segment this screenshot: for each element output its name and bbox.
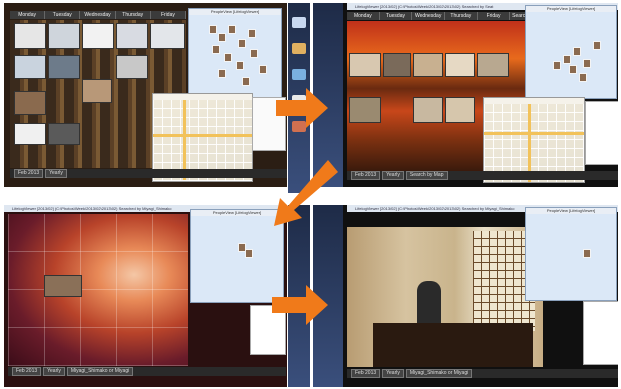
people-view-window: PeopleView [LifelogViewer] [188, 8, 282, 98]
arrow-right-top [276, 88, 328, 128]
yearly-button[interactable]: Yearly [43, 367, 65, 376]
yearly-button[interactable]: Yearly [382, 369, 404, 378]
bottom-bar: Feb 2013 Yearly [10, 169, 287, 178]
arrow-right-icon [272, 285, 328, 325]
day-wednesday: Wednesday [80, 11, 116, 19]
month-button[interactable]: Feb 2013 [12, 367, 42, 376]
day-tuesday: Tuesday [45, 11, 81, 19]
photo-thumbnail[interactable] [150, 23, 185, 49]
photo-thumbnail[interactable] [48, 23, 80, 49]
map-road [183, 100, 186, 180]
map-road [153, 134, 252, 137]
day-friday: Friday [477, 12, 511, 20]
photo-thumbnail[interactable] [413, 53, 443, 77]
photo-thumbnail[interactable] [82, 23, 114, 49]
search-query-label[interactable]: Miyagi_Shimako or Miyagi [405, 369, 473, 378]
photo-thumbnail[interactable] [14, 23, 46, 49]
face-thumbnail[interactable] [563, 55, 571, 64]
face-thumbnail[interactable] [579, 73, 587, 82]
photo-thumbnail[interactable] [48, 123, 80, 145]
arrow-right-icon [276, 88, 328, 128]
search-by-map-button[interactable]: Search by Map [405, 171, 448, 180]
face-thumbnail[interactable] [593, 41, 601, 50]
photo-thumbnail[interactable] [48, 55, 80, 79]
people-view-window: PeopleView [LifelogViewer] [525, 207, 617, 301]
face-thumbnail[interactable] [553, 61, 561, 70]
photo-thumbnail[interactable] [14, 55, 46, 79]
arrow-right-bottom [272, 285, 328, 325]
face-thumbnail[interactable] [218, 33, 226, 42]
face-thumbnail[interactable] [573, 47, 581, 56]
bottom-bar: Feb 2013 Yearly Search by Map [347, 171, 618, 180]
photo-thumbnail[interactable] [14, 91, 46, 115]
people-view-title: PeopleView [LifelogViewer] [526, 208, 616, 214]
people-view-window: PeopleView [LifelogViewer] [525, 5, 617, 99]
photo-thumbnail[interactable] [445, 53, 475, 77]
photo-thumbnail[interactable] [349, 53, 381, 77]
info-panel [585, 101, 618, 165]
arrow-diagonal [274, 160, 338, 226]
photo-thumbnail[interactable] [383, 53, 411, 77]
day-tuesday: Tuesday [379, 12, 413, 20]
arrow-diagonal-icon [274, 160, 338, 226]
day-thursday: Thursday [115, 11, 151, 19]
face-thumbnail[interactable] [583, 249, 591, 258]
face-thumbnail[interactable] [248, 29, 256, 38]
table [373, 323, 533, 367]
photo-thumbnail[interactable] [116, 55, 148, 79]
selected-photo-thumbnail[interactable] [44, 275, 82, 297]
screenshot-bottom-left: LifelogViewer [2013/02] (C:\Photos\Week\… [4, 205, 287, 387]
bottom-bar: Feb 2013 Yearly Miyagi_Shimako or Miyagi [347, 369, 618, 378]
face-thumbnail[interactable] [242, 77, 250, 86]
photo-thumbnail[interactable] [445, 97, 475, 123]
face-thumbnail[interactable] [209, 25, 217, 34]
search-query-label[interactable]: Miyagi_Shimako or Miyagi [66, 367, 134, 376]
screenshot-top-left: Monday Tuesday Wednesday Thursday Friday… [4, 3, 287, 187]
people-view-title: PeopleView [LifelogViewer] [189, 9, 281, 15]
face-thumbnail[interactable] [245, 249, 253, 258]
map-road [484, 132, 584, 135]
month-button[interactable]: Feb 2013 [351, 171, 381, 180]
face-thumbnail[interactable] [236, 61, 244, 70]
screenshot-top-right: LifelogViewer [2013/02] (C:\Photos\Week\… [313, 3, 618, 187]
day-monday: Monday [10, 11, 46, 19]
photo-thumbnail[interactable] [349, 97, 381, 123]
photo-thumbnail[interactable] [14, 123, 46, 145]
yearly-button[interactable]: Yearly [45, 169, 67, 178]
day-thursday: Thursday [445, 12, 478, 20]
face-thumbnail[interactable] [224, 53, 232, 62]
face-thumbnail[interactable] [259, 65, 267, 74]
day-friday: Friday [150, 11, 187, 19]
info-panel [583, 301, 618, 365]
desktop-icon[interactable] [292, 17, 306, 28]
face-thumbnail[interactable] [238, 39, 246, 48]
people-view-title: PeopleView [LifelogViewer] [526, 6, 616, 12]
day-wednesday: Wednesday [412, 12, 446, 20]
photo-thumbnail[interactable] [413, 97, 443, 123]
screenshot-bottom-right: LifelogViewer [2013/02] (C:\Photos\Week\… [313, 205, 618, 387]
face-thumbnail[interactable] [218, 69, 226, 78]
day-header: Monday Tuesday Wednesday Thursday Friday… [347, 12, 544, 20]
photo-thumbnail[interactable] [82, 79, 112, 103]
yearly-button[interactable]: Yearly [382, 171, 404, 180]
desktop-icon[interactable] [292, 69, 306, 80]
photo-thumbnail[interactable] [477, 53, 509, 77]
photo-thumbnail[interactable] [116, 23, 148, 49]
face-thumbnail[interactable] [583, 59, 591, 68]
face-thumbnail[interactable] [569, 65, 577, 74]
face-thumbnail[interactable] [212, 45, 220, 54]
day-monday: Monday [347, 12, 380, 20]
bottom-bar: Feb 2013 Yearly Miyagi_Shimako or Miyagi [8, 367, 286, 376]
face-thumbnail[interactable] [228, 25, 236, 34]
grid-overlay [8, 214, 188, 366]
desktop-icon[interactable] [292, 43, 306, 54]
month-button[interactable]: Feb 2013 [14, 169, 44, 178]
day-header: Monday Tuesday Wednesday Thursday Friday [10, 11, 187, 19]
face-thumbnail[interactable] [250, 49, 258, 58]
month-button[interactable]: Feb 2013 [351, 369, 381, 378]
